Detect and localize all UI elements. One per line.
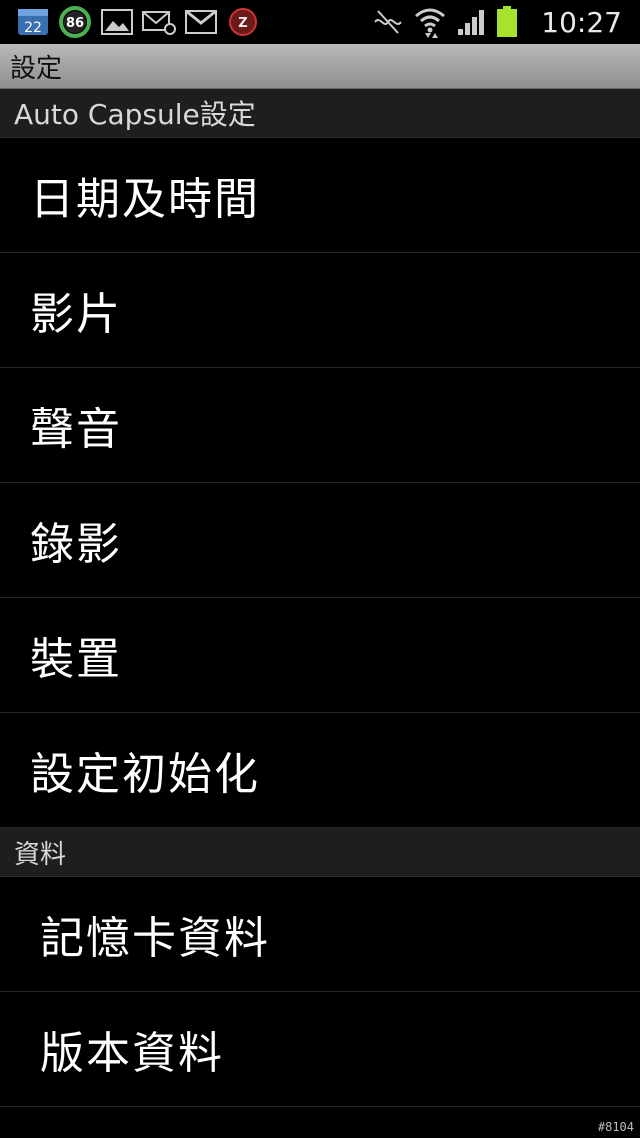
settings-item-label: 記憶卡資料 [40, 913, 270, 964]
clock: 10:27 [541, 5, 622, 39]
title-bar: 設定 [0, 44, 640, 89]
settings-item-label: 裝置 [30, 634, 122, 685]
email-icon [142, 7, 176, 37]
settings-item-reset[interactable]: 設定初始化 [0, 713, 640, 828]
gallery-icon [100, 7, 134, 37]
settings-item-label: 錄影 [30, 519, 122, 570]
settings-item-label: 版本資料 [40, 1028, 224, 1079]
settings-item-date-time[interactable]: 日期及時間 [0, 138, 640, 253]
page-title: 設定 [10, 53, 63, 84]
signal-icon [455, 7, 489, 37]
settings-item-label: 設定初始化 [30, 749, 260, 800]
settings-item-label: 日期及時間 [30, 174, 260, 225]
settings-item-sound[interactable]: 聲音 [0, 368, 640, 483]
calendar-icon: 22 [16, 7, 50, 37]
battery-saver-icon: 86 [58, 6, 92, 38]
settings-item-video[interactable]: 影片 [0, 253, 640, 368]
section-label: 資料 [14, 839, 67, 870]
settings-item-device[interactable]: 裝置 [0, 598, 640, 713]
section-header-data: 資料 [0, 828, 640, 877]
settings-item-label: 影片 [30, 289, 122, 340]
calendar-day: 22 [24, 20, 42, 36]
z-app-icon: Z [226, 7, 260, 37]
settings-item-recording[interactable]: 錄影 [0, 483, 640, 598]
section-label: Auto Capsule設定 [14, 98, 256, 131]
settings-screen: 22 86 Z 10:27 設定 Auto Capsule設定 日期及時間 影片… [0, 0, 640, 1138]
settings-item-sd-card-info[interactable]: 記憶卡資料 [0, 877, 640, 992]
svg-text:Z: Z [238, 16, 247, 31]
watermark: #8104 [597, 1120, 634, 1134]
wifi-icon [413, 7, 447, 38]
gmail-icon [184, 7, 218, 37]
battery-saver-level: 86 [66, 16, 84, 31]
settings-item-label: 聲音 [30, 404, 122, 455]
mute-icon [371, 7, 405, 37]
status-bar: 22 86 Z 10:27 [0, 0, 640, 44]
settings-item-version-info[interactable]: 版本資料 [0, 992, 640, 1107]
section-header-auto-capsule: Auto Capsule設定 [0, 89, 640, 138]
battery-icon [495, 6, 519, 37]
